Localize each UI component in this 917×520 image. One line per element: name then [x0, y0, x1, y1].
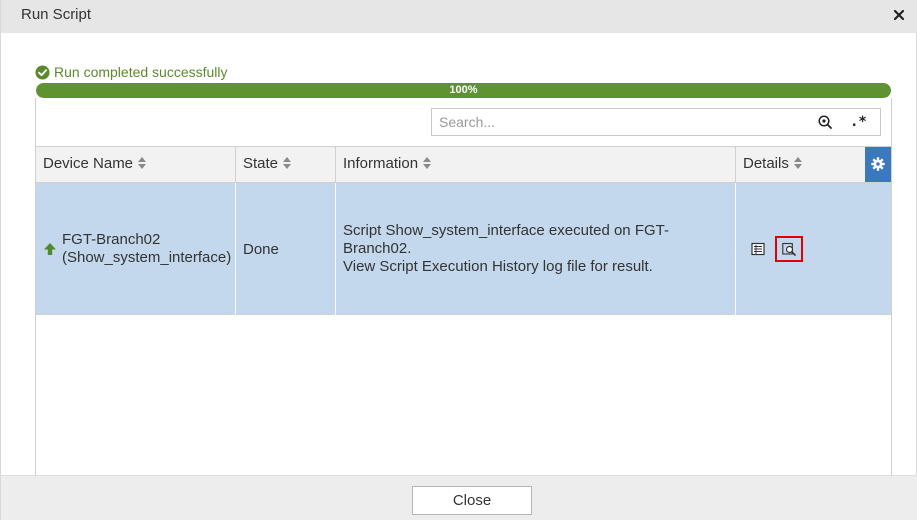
regex-icon[interactable]: .*: [850, 113, 867, 131]
information-line-1: Script Show_system_interface executed on…: [343, 222, 669, 257]
device-name-text: FGT-Branch02 (Show_system_interface): [62, 231, 231, 267]
view-log-button[interactable]: [775, 236, 803, 262]
device-script-name: (Show_system_interface): [62, 249, 232, 266]
information-text: Script Show_system_interface executed on…: [343, 222, 735, 276]
details-cell: [736, 183, 891, 315]
search-input[interactable]: [432, 109, 802, 135]
up-arrow-icon: [44, 243, 56, 255]
close-icon[interactable]: [892, 8, 906, 22]
table-row[interactable]: FGT-Branch02 (Show_system_interface) Don…: [36, 183, 891, 315]
column-label: Device Name: [43, 155, 134, 172]
dialog-footer: Close: [1, 475, 917, 520]
title-bar: Run Script: [1, 0, 917, 33]
device-name-cell: FGT-Branch02 (Show_system_interface): [36, 183, 236, 315]
information-cell: Script Show_system_interface executed on…: [336, 183, 736, 315]
state-cell: Done: [236, 183, 336, 315]
column-label: Information: [343, 155, 419, 172]
progress-bar: 100%: [36, 83, 891, 98]
run-script-dialog: Run Script Run completed successfully 10…: [0, 0, 917, 520]
column-header-information[interactable]: Information: [336, 147, 736, 182]
column-settings-button[interactable]: [865, 147, 891, 182]
column-label: State: [243, 155, 279, 172]
table-header: Device Name State Information Details: [36, 146, 891, 183]
results-table: Device Name State Information Details FG…: [36, 146, 891, 315]
sort-icon: [423, 157, 432, 169]
gear-icon: [871, 157, 885, 171]
dialog-title: Run Script: [21, 6, 92, 23]
search-icon[interactable]: [818, 115, 832, 129]
column-header-state[interactable]: State: [236, 147, 336, 182]
column-label: Details: [743, 155, 789, 172]
details-actions: [743, 236, 803, 262]
run-status: Run completed successfully: [35, 63, 228, 81]
device-name: FGT-Branch02: [62, 231, 161, 248]
progress-label: 100%: [449, 84, 478, 96]
view-log-icon: [782, 242, 796, 256]
state-value: Done: [243, 240, 279, 258]
sort-icon: [283, 157, 292, 169]
column-header-details[interactable]: Details: [736, 147, 865, 182]
information-line-2: View Script Execution History log file f…: [343, 258, 653, 275]
column-header-device-name[interactable]: Device Name: [36, 147, 236, 182]
sort-icon: [793, 157, 802, 169]
close-button[interactable]: Close: [412, 486, 532, 515]
search-box: .*: [431, 108, 881, 136]
status-text: Run completed successfully: [54, 64, 228, 80]
sort-icon: [138, 157, 147, 169]
check-circle-icon: [35, 64, 50, 80]
list-icon[interactable]: [751, 242, 765, 256]
